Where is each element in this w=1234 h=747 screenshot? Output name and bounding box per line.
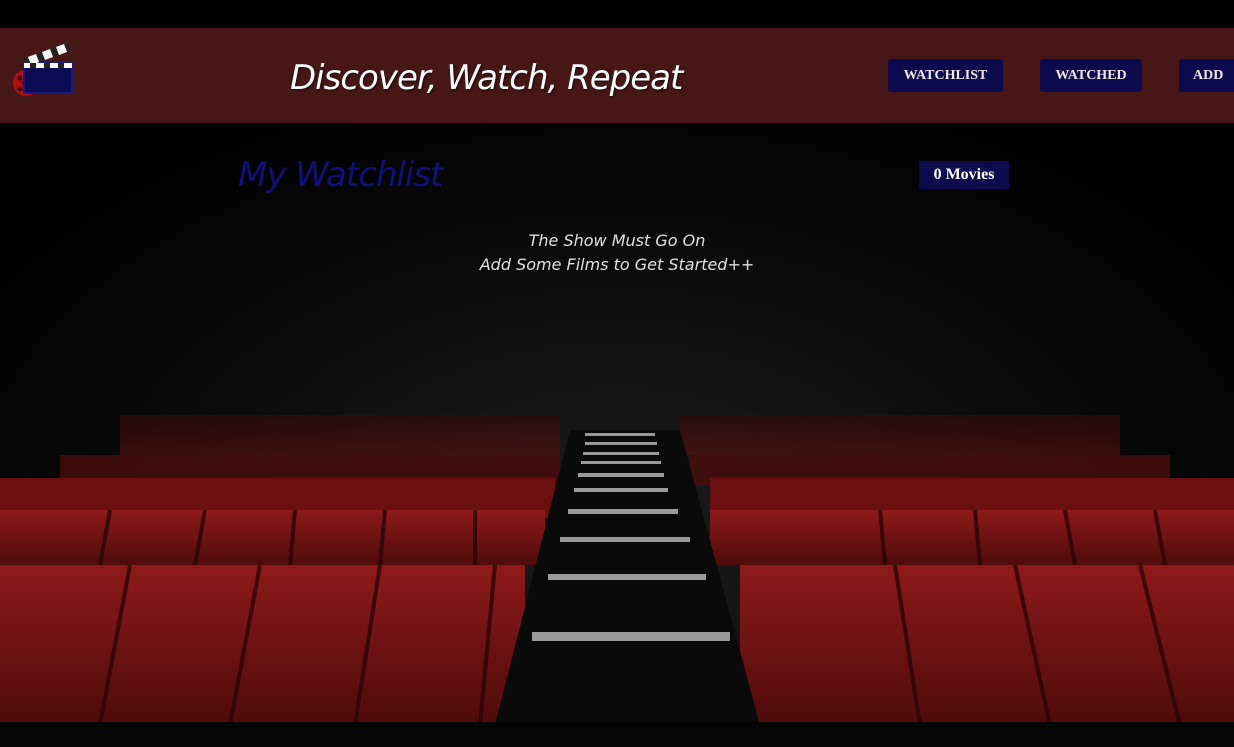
page-title: My Watchlist (238, 155, 443, 195)
movie-count-badge: 0 Movies (919, 161, 1009, 189)
header-bar: Discover, Watch, Repeat WATCHLIST WATCHE… (0, 28, 1234, 123)
nav-watchlist-button[interactable]: WATCHLIST (888, 59, 1003, 92)
empty-state-message: The Show Must Go On Add Some Films to Ge… (417, 229, 817, 277)
film-clapperboard-icon[interactable] (8, 33, 76, 105)
nav-watched-button[interactable]: WATCHED (1040, 59, 1142, 92)
page: Discover, Watch, Repeat WATCHLIST WATCHE… (0, 0, 1234, 747)
empty-state-line-1: The Show Must Go On (528, 231, 706, 250)
site-tagline: Discover, Watch, Repeat (290, 58, 683, 98)
empty-state-line-2: Add Some Films to Get Started++ (479, 255, 755, 274)
nav-add-button[interactable]: ADD (1179, 59, 1234, 92)
